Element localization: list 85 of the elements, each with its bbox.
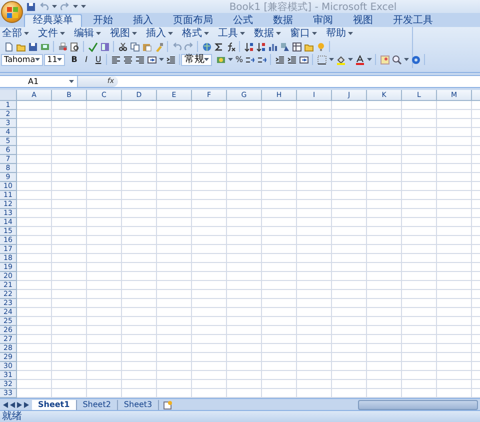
caret-icon	[96, 32, 101, 35]
menu-item[interactable]: 帮助	[326, 28, 353, 40]
ribbon-tab[interactable]: 开发工具	[384, 14, 442, 27]
menu-item[interactable]: 全部	[2, 28, 29, 40]
align-center-icon[interactable]	[123, 54, 134, 64]
cell-grid[interactable]	[17, 101, 480, 398]
caret-icon	[69, 80, 74, 83]
menu-item[interactable]: 格式	[182, 28, 209, 40]
caret-icon	[348, 58, 353, 61]
sort-ascending-icon[interactable]	[244, 42, 254, 52]
ribbon-tab[interactable]: 经典菜单	[24, 14, 82, 27]
style-button[interactable]: B	[69, 54, 80, 64]
caret-icon	[24, 32, 29, 35]
save-icon[interactable]	[28, 42, 38, 52]
spelling-icon[interactable]	[88, 42, 98, 52]
menu-item[interactable]: 视图	[110, 28, 137, 40]
sheet-tab[interactable]: Sheet1	[32, 400, 77, 410]
indent-icon[interactable]	[286, 54, 297, 64]
zoom-icon[interactable]	[392, 54, 402, 64]
picture-icon[interactable]	[380, 54, 390, 64]
document-icon[interactable]	[4, 42, 14, 52]
caret-icon	[168, 32, 173, 35]
help-icon[interactable]	[410, 54, 421, 64]
status-text: 就绪	[2, 411, 22, 422]
caret-icon	[204, 58, 210, 61]
border-icon[interactable]	[316, 54, 327, 64]
indent-icon[interactable]	[166, 54, 176, 64]
font-size-field[interactable]: 11	[44, 54, 66, 66]
percent-button[interactable]: %	[235, 55, 243, 64]
fill-color-icon[interactable]	[336, 54, 346, 64]
caret-icon	[348, 32, 353, 35]
caret-icon	[328, 58, 334, 61]
align-right-icon[interactable]	[135, 54, 146, 64]
sum-icon[interactable]	[214, 42, 224, 52]
cut-icon[interactable]	[118, 42, 128, 52]
style-button[interactable]: U	[93, 54, 104, 64]
ribbon-tab[interactable]: 视图	[344, 14, 382, 27]
caret-icon	[204, 32, 209, 35]
preview-icon[interactable]	[70, 42, 80, 52]
ribbon-tab[interactable]: 审阅	[304, 14, 342, 27]
save-icon[interactable]	[26, 2, 36, 12]
caret-icon	[60, 32, 65, 35]
caret-icon	[35, 58, 40, 61]
merge-icon[interactable]	[147, 54, 158, 64]
style-button[interactable]: I	[81, 54, 92, 64]
indent-icon[interactable]	[274, 54, 285, 64]
office-logo-icon	[6, 6, 18, 18]
caret-icon	[57, 58, 62, 61]
menu-item[interactable]: 文件	[38, 28, 65, 40]
number-format-field[interactable]: 常规	[181, 54, 212, 66]
ribbon-tab[interactable]: 公式	[224, 14, 262, 27]
folder-icon[interactable]	[16, 42, 26, 52]
menu-item[interactable]: 编辑	[74, 28, 101, 40]
font-color-icon[interactable]	[354, 54, 365, 64]
ribbon-tab[interactable]: 插入	[124, 14, 162, 27]
ribbon-tab[interactable]: 开始	[84, 14, 122, 27]
chart-icon[interactable]	[268, 42, 278, 52]
caret-icon	[312, 32, 317, 35]
mail-icon[interactable]	[40, 42, 50, 52]
menu-item[interactable]: 插入	[146, 28, 173, 40]
caret-icon	[276, 32, 281, 35]
print-icon[interactable]	[58, 42, 68, 52]
menu-item[interactable]: 窗口	[290, 28, 317, 40]
copy-icon[interactable]	[130, 42, 140, 52]
sort-descending-icon[interactable]	[256, 42, 266, 52]
menu-item[interactable]: 数据	[254, 28, 281, 40]
drawing-icon[interactable]	[280, 42, 290, 52]
window-title: Book1 [兼容模式] - Microsoft Excel	[228, 0, 398, 14]
merge-icon[interactable]	[298, 54, 309, 64]
insert-sheet-icon[interactable]	[163, 400, 174, 410]
font-field[interactable]: Tahoma	[1, 54, 44, 66]
caret-icon	[159, 58, 164, 61]
caret-icon	[228, 58, 234, 61]
menu-item[interactable]: 工具	[218, 28, 245, 40]
align-left-icon[interactable]	[111, 54, 122, 64]
ribbon-tab[interactable]: 数据	[264, 14, 302, 27]
function-icon[interactable]	[226, 42, 236, 52]
caret-icon	[240, 32, 245, 35]
horizontal-scrollbar[interactable]	[358, 400, 478, 410]
caret-icon	[366, 58, 372, 61]
table-icon[interactable]	[292, 42, 302, 52]
caret-icon	[132, 32, 137, 35]
caret-icon	[52, 5, 57, 8]
caret-icon	[404, 58, 409, 61]
ribbon-tab[interactable]: 页面布局	[164, 14, 222, 27]
